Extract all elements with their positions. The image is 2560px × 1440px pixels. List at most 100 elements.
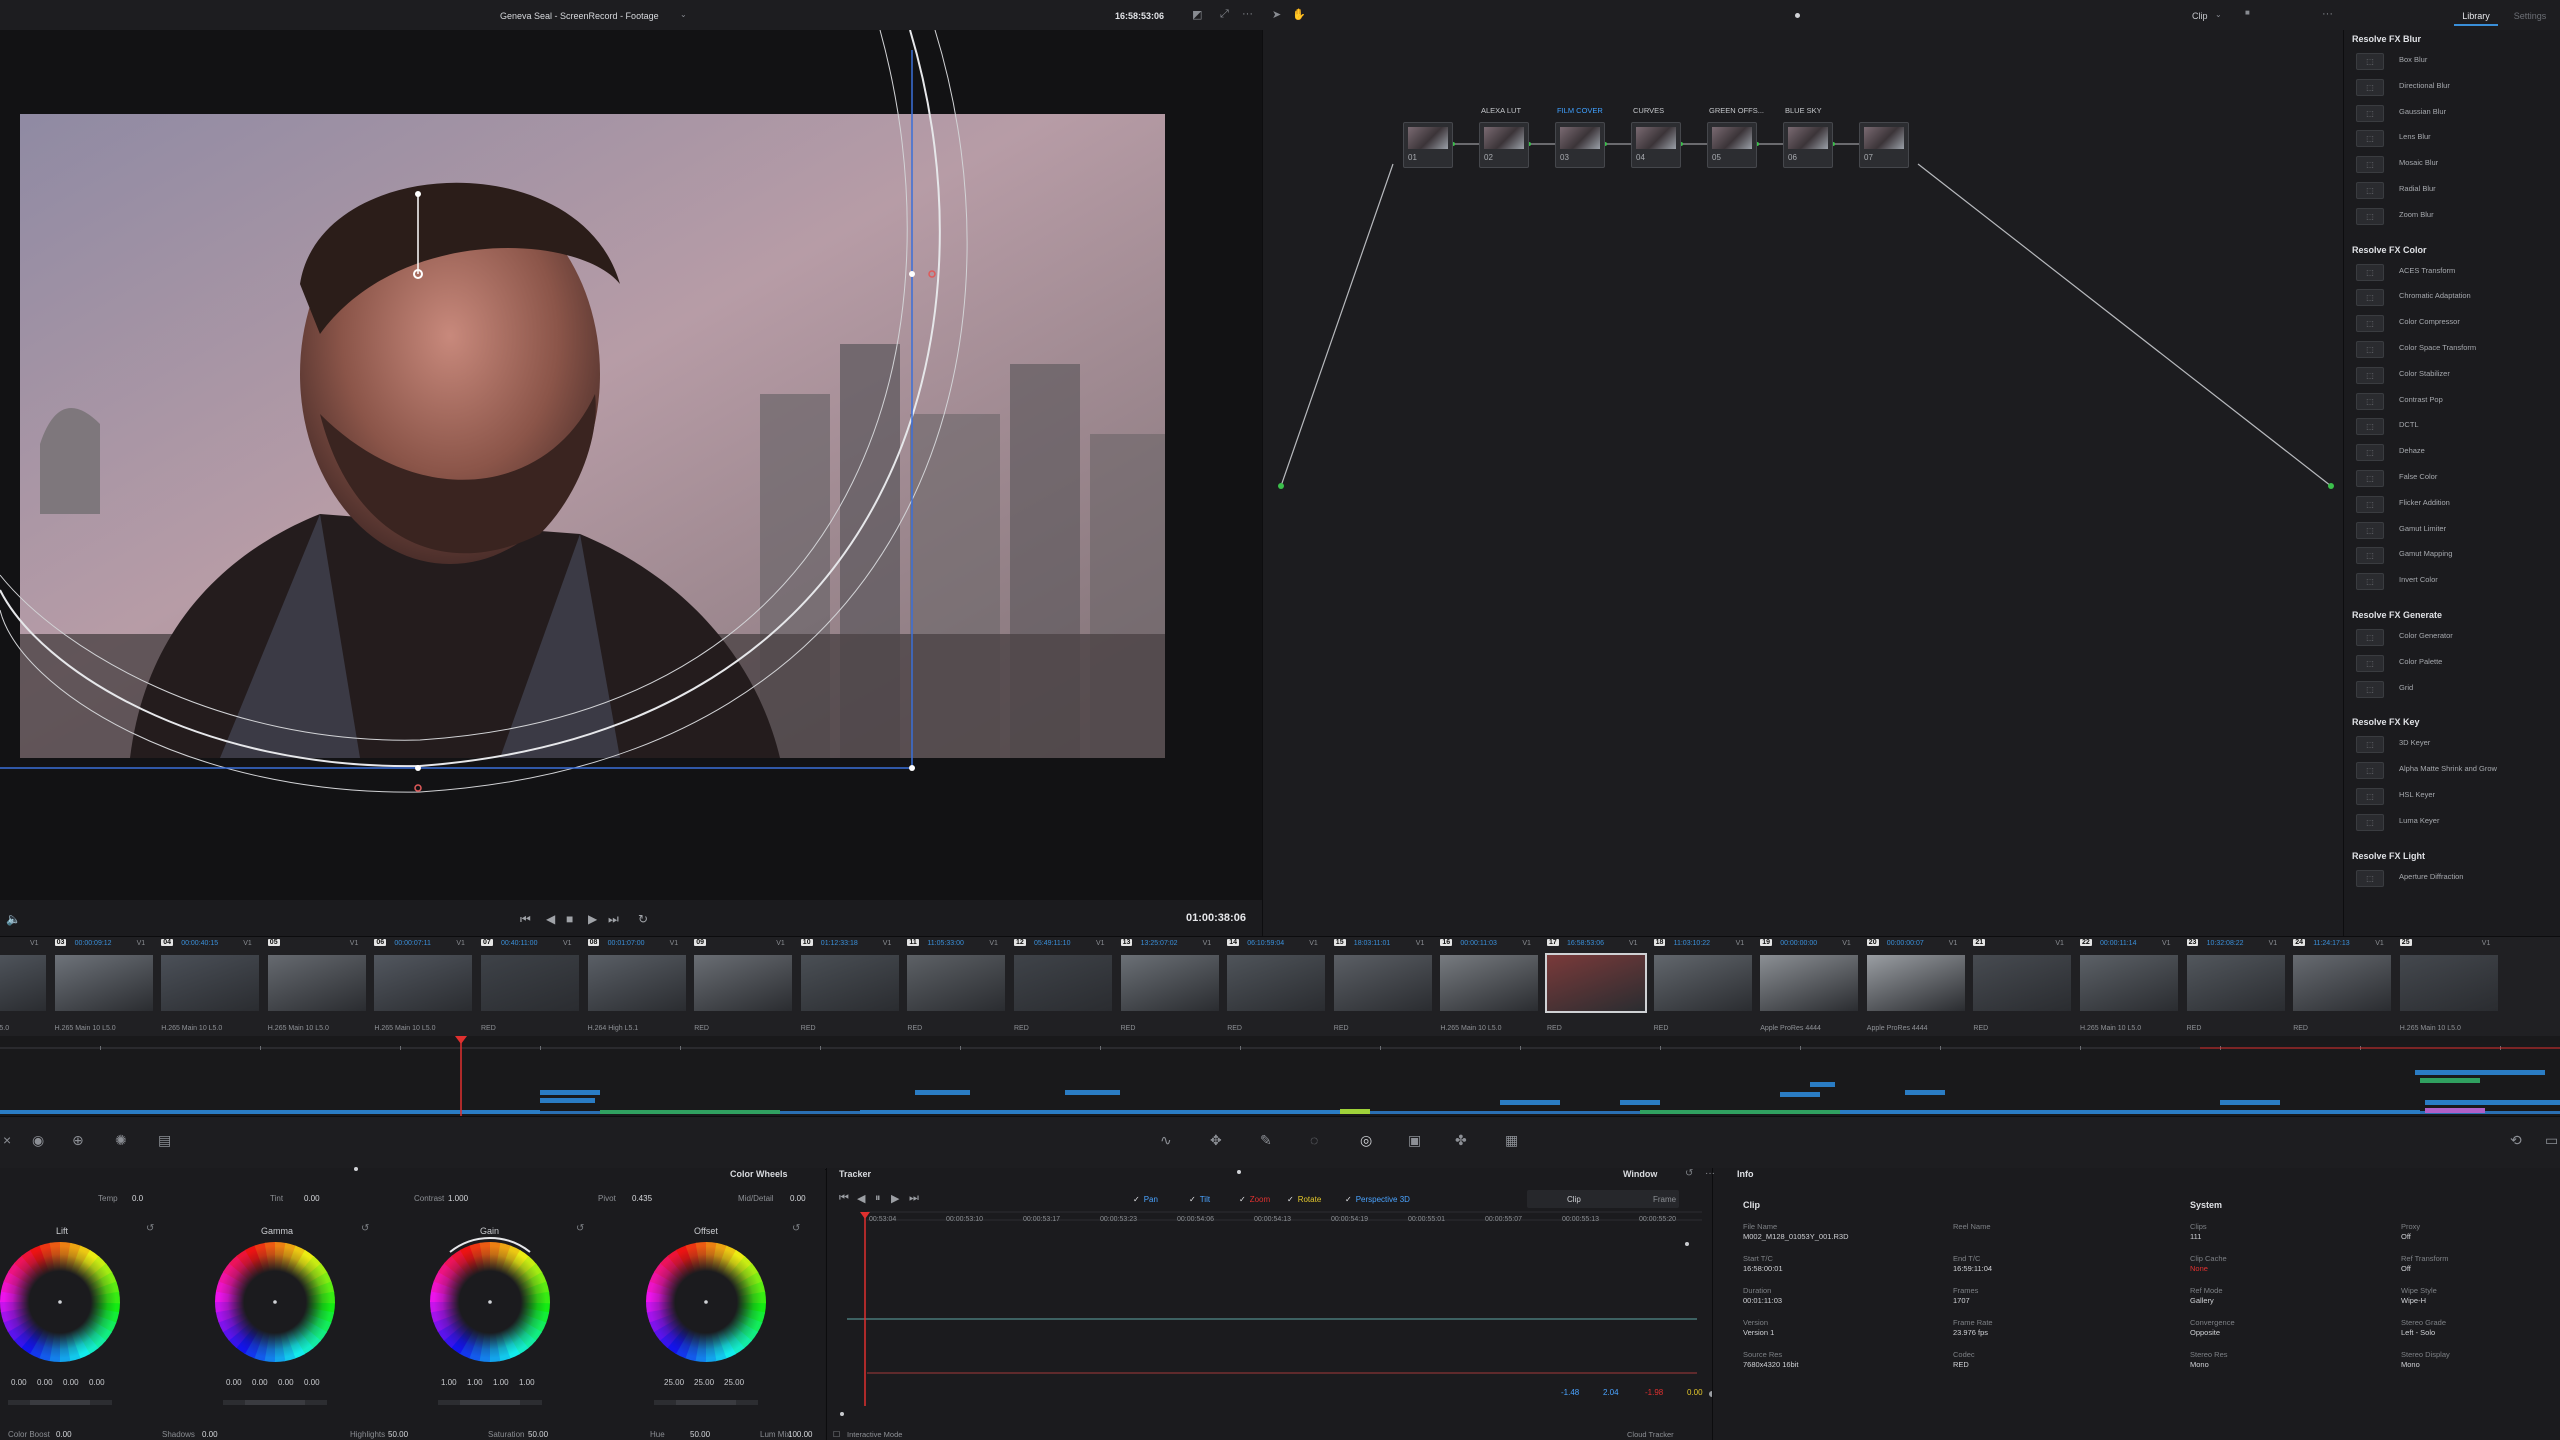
library-item[interactable]: ⬚ Contrast Pop [2344, 390, 2560, 412]
clip-thumbnail[interactable] [1973, 955, 2072, 1011]
wheel-value[interactable]: 25.00 [664, 1378, 684, 1387]
clip-thumbnail[interactable] [1333, 955, 1432, 1011]
clip-thumbnail[interactable] [267, 955, 366, 1011]
reset-icon[interactable]: ↺ [1685, 1168, 1693, 1179]
track-perspective-3d-checkbox[interactable]: ✓ Perspective 3D [1345, 1195, 1410, 1204]
library-section-title[interactable]: Resolve FX Light [2352, 851, 2425, 861]
library-item[interactable]: ⬚ Color Stabilizer [2344, 364, 2560, 386]
clip-16[interactable]: 16 00:00:11:03 V1 H.265 Main 10 L5.0 [1436, 937, 1540, 1037]
window-mode-select[interactable]: Window [1623, 1169, 1657, 1179]
library-item[interactable]: ⬚ Aperture Diffraction [2344, 867, 2560, 889]
primaries-bars-icon[interactable]: ⊕ [72, 1132, 84, 1149]
clip-02[interactable]: 02V1 H.265 Main 10 L5.0 [0, 937, 48, 1037]
library-item[interactable]: ⬚ Invert Color [2344, 570, 2560, 592]
param-value-field[interactable]: 0.00 [202, 1430, 218, 1439]
hdr-icon[interactable]: ✺ [115, 1132, 127, 1149]
library-item[interactable]: ⬚ Box Blur [2344, 50, 2560, 72]
library-item[interactable]: ⬚ Flicker Addition [2344, 493, 2560, 515]
page-dot-indicator[interactable] [354, 1167, 358, 1171]
library-item[interactable]: ⬚ HSL Keyer [2344, 785, 2560, 807]
clip-05[interactable]: 05 V1 H.265 Main 10 L5.0 [264, 937, 368, 1037]
clip-24[interactable]: 24 11:24:17:13 V1 RED [2289, 937, 2393, 1037]
close-icon[interactable]: × [3, 1132, 11, 1148]
loop-button[interactable]: ↻ [638, 912, 648, 926]
library-item[interactable]: ⬚ Dehaze [2344, 441, 2560, 463]
clip-thumbnail-strip[interactable]: 02V1 H.265 Main 10 L5.0 03 00:00:09:12 V1 H.2… [0, 936, 2560, 1037]
speaker-icon[interactable]: 🔈 [6, 912, 21, 926]
pointer-icon[interactable]: ➤ [1272, 8, 1281, 21]
param-value-field[interactable]: 50.00 [690, 1430, 710, 1439]
mini-timeline[interactable] [0, 1036, 2560, 1116]
reverse-play-button[interactable]: ◀ [546, 912, 555, 926]
library-item[interactable]: ⬚ Alpha Matte Shrink and Grow [2344, 759, 2560, 781]
clip-13[interactable]: 13 13:25:07:02 V1 RED [1117, 937, 1221, 1037]
go-to-end-button[interactable]: ⏭ [608, 912, 619, 927]
clip-20[interactable]: 20 00:00:00:07 V1 Apple ProRes 4444 [1863, 937, 1967, 1037]
clip-thumbnail[interactable] [1866, 955, 1965, 1011]
library-item[interactable]: ⬚ Lens Blur [2344, 127, 2560, 149]
tab-library[interactable]: Library [2446, 6, 2506, 26]
clip-thumbnail[interactable] [2080, 955, 2178, 1011]
pause-button[interactable]: ⏸ [875, 1192, 881, 1205]
clip-thumbnail[interactable] [161, 955, 260, 1011]
wheel-value[interactable]: 25.00 [724, 1378, 744, 1387]
wheel-value[interactable]: 0.00 [226, 1378, 242, 1387]
node-02[interactable]: 02 [1479, 122, 1529, 168]
clip-03[interactable]: 03 00:00:09:12 V1 H.265 Main 10 L5.0 [51, 937, 155, 1037]
wheel-center-handle[interactable] [704, 1300, 708, 1304]
more-options-icon[interactable]: ··· [1242, 8, 1253, 20]
reset-icon[interactable]: ↺ [792, 1223, 800, 1234]
sizing-icon[interactable]: ⟲ [2510, 1132, 2522, 1149]
node-03[interactable]: 03 [1555, 122, 1605, 168]
library-item[interactable]: ⬚ 3D Keyer [2344, 733, 2560, 755]
clip-18[interactable]: 18 11:03:10:22 V1 RED [1650, 937, 1754, 1037]
node-01[interactable]: 01 [1403, 122, 1453, 168]
wheel-value[interactable]: 0.00 [37, 1378, 53, 1387]
wheel-value[interactable]: 0.00 [63, 1378, 79, 1387]
clip-thumbnail[interactable] [481, 955, 579, 1011]
info-title[interactable]: Info [1737, 1169, 1754, 1179]
viewer-panel[interactable] [0, 30, 1262, 900]
go-to-last-frame-button[interactable]: ⏭ [909, 1192, 919, 1205]
wheel-value[interactable]: 1.00 [519, 1378, 535, 1387]
more-options-icon[interactable]: ··· [2322, 8, 2333, 20]
clip-10[interactable]: 10 01:12:33:18 V1 RED [797, 937, 901, 1037]
wheel-center-handle[interactable] [58, 1300, 62, 1304]
library-item[interactable]: ⬚ Chromatic Adaptation [2344, 286, 2560, 308]
color-wheels-panel[interactable]: Temp 0.0 Tint 0.00 Contrast 1.000 Pivot 0.435 Mi… [0, 1168, 825, 1440]
dot-icon[interactable]: ■ [2245, 8, 2250, 17]
tab-clip[interactable]: Clip [1567, 1195, 1581, 1204]
param-value-field[interactable]: 1.000 [448, 1194, 468, 1203]
clip-12[interactable]: 12 05:49:11:10 V1 RED [1010, 937, 1114, 1037]
page-dot-indicator[interactable] [1237, 1170, 1241, 1174]
go-to-first-frame-button[interactable]: ⏮ [839, 1192, 849, 1205]
library-item[interactable]: ⬚ Grid [2344, 678, 2560, 700]
library-item[interactable]: ⬚ DCTL [2344, 415, 2560, 437]
tracker-panel[interactable]: Tracker Window ↺ ⏮ ◀ ⏸ ▶ ⏭ ✓ Pan ✓ Tilt ✓ Zoom ✓ Rotate… [826, 1168, 1712, 1440]
clip-23[interactable]: 23 10:32:08:22 V1 RED [2183, 937, 2287, 1037]
clip-19[interactable]: 19 00:00:00:00 V1 Apple ProRes 4444 [1756, 937, 1860, 1037]
key-icon[interactable]: ▦ [1505, 1132, 1518, 1149]
reset-icon[interactable]: ↺ [576, 1223, 584, 1234]
library-section-title[interactable]: Resolve FX Color [2352, 245, 2427, 255]
clip-thumbnail[interactable] [907, 955, 1006, 1011]
tracker-title[interactable]: Tracker [839, 1169, 871, 1179]
curves-icon[interactable]: ∿ [1160, 1132, 1172, 1149]
library-section-title[interactable]: Resolve FX Blur [2352, 34, 2421, 44]
track-zoom-checkbox[interactable]: ✓ Zoom [1239, 1195, 1270, 1204]
wheel-value[interactable]: 25.00 [694, 1378, 714, 1387]
stop-button[interactable]: ■ [566, 912, 573, 926]
clip-thumbnail[interactable] [1760, 955, 1859, 1011]
clip-thumbnail[interactable] [2399, 955, 2498, 1011]
magic-mask-icon[interactable]: ▣ [1408, 1132, 1421, 1149]
clip-thumbnail[interactable] [54, 955, 153, 1011]
reset-icon[interactable]: ↺ [361, 1223, 369, 1234]
param-value-field[interactable]: 100.00 [788, 1430, 812, 1439]
library-item[interactable]: ⬚ Directional Blur [2344, 76, 2560, 98]
reset-icon[interactable]: ↺ [146, 1223, 154, 1234]
wheel-value[interactable]: 0.00 [304, 1378, 320, 1387]
interactive-mode-checkbox[interactable]: ☐ [833, 1430, 840, 1439]
library-item[interactable]: ⬚ False Color [2344, 467, 2560, 489]
play-button[interactable]: ▶ [588, 912, 597, 926]
param-value-field[interactable]: 0.435 [632, 1194, 652, 1203]
